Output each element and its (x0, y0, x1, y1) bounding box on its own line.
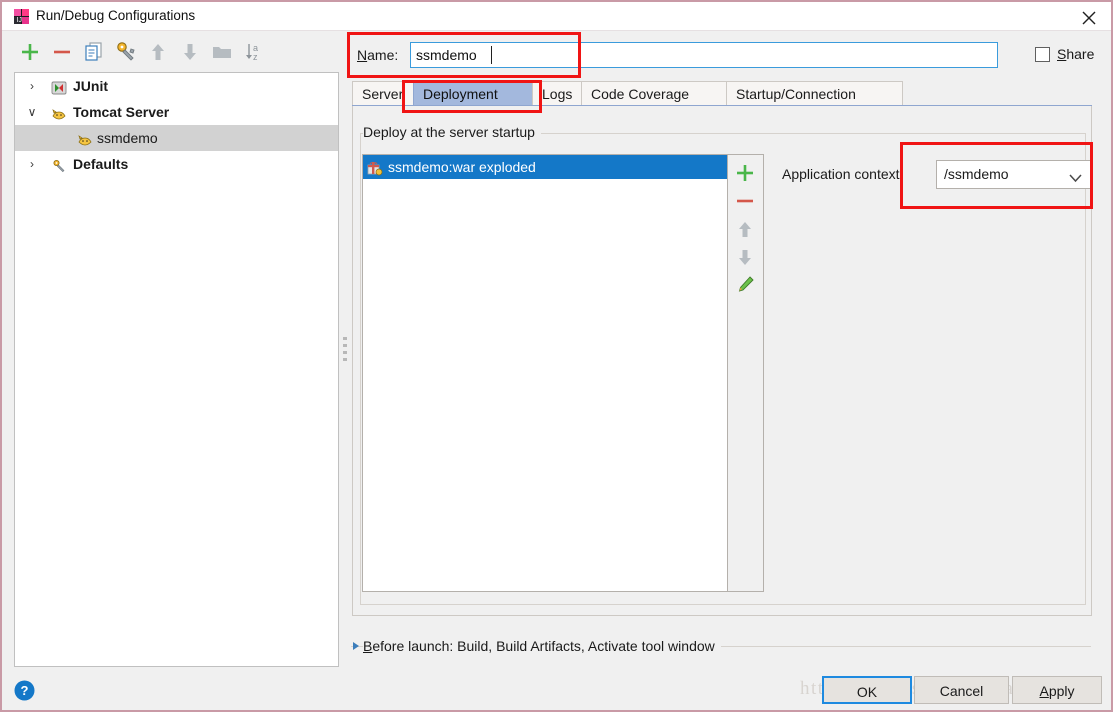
configurations-tree[interactable]: › JUnit ∨ Tomcat Server ssmdemo › Defaul… (14, 72, 339, 667)
cancel-button[interactable]: Cancel (914, 676, 1009, 704)
close-icon[interactable] (1067, 2, 1111, 30)
add-artifact-button[interactable] (730, 159, 760, 187)
tree-item-label: JUnit (73, 78, 108, 94)
title-bar: IJ Run/Debug Configurations (2, 2, 1111, 31)
deployment-list[interactable]: ssmdemo:war exploded (362, 154, 728, 592)
new-folder-button[interactable] (208, 38, 236, 66)
move-up-button[interactable] (144, 38, 172, 66)
tree-item-junit[interactable]: › JUnit (15, 73, 338, 99)
svg-text:?: ? (21, 683, 29, 698)
svg-text:IJ: IJ (17, 17, 22, 24)
edit-templates-button[interactable] (112, 38, 140, 66)
intellij-idea-icon: IJ (14, 9, 29, 24)
tab-logs[interactable]: Logs (532, 81, 582, 106)
edit-artifact-button[interactable] (730, 271, 760, 299)
help-button[interactable]: ? (14, 680, 35, 701)
tree-item-ssmdemo[interactable]: ssmdemo (15, 125, 338, 151)
tomcat-icon (77, 130, 93, 146)
tomcat-icon (51, 104, 67, 120)
text-caret (491, 46, 492, 64)
tree-item-label: ssmdemo (97, 130, 158, 146)
share-label[interactable]: Share (1057, 46, 1094, 62)
tab-startup-connection[interactable]: Startup/Connection (726, 81, 903, 106)
ok-button[interactable]: OK (822, 676, 912, 704)
remove-configuration-button[interactable] (48, 38, 76, 66)
share-checkbox[interactable] (1035, 47, 1050, 62)
name-input[interactable] (410, 42, 998, 68)
move-artifact-down-button[interactable] (730, 243, 760, 271)
tree-item-defaults[interactable]: › Defaults (15, 151, 338, 177)
splitter-handle[interactable] (343, 337, 347, 369)
deploy-group-legend: Deploy at the server startup (363, 124, 541, 140)
add-configuration-button[interactable] (16, 38, 44, 66)
tab-server[interactable]: Server (352, 81, 414, 106)
sort-alpha-icon[interactable]: a z (240, 38, 268, 66)
application-context-select[interactable]: /ssmdemo (936, 160, 1091, 189)
panel-splitter[interactable] (340, 72, 350, 667)
copy-configuration-button[interactable] (80, 38, 108, 66)
tree-item-label: Defaults (73, 156, 129, 172)
tab-deployment[interactable]: Deployment (413, 81, 533, 106)
chevron-down-icon[interactable]: ∨ (25, 99, 39, 125)
move-down-button[interactable] (176, 38, 204, 66)
junit-icon (51, 78, 67, 95)
application-context-value: /ssmdemo (944, 166, 1009, 182)
chevron-right-icon[interactable]: › (25, 73, 39, 99)
apply-button[interactable]: Apply (1012, 676, 1102, 704)
list-item[interactable]: ssmdemo:war exploded (363, 155, 727, 179)
list-item-label: ssmdemo:war exploded (388, 159, 536, 175)
chevron-down-icon[interactable] (1069, 171, 1082, 186)
tree-item-tomcat-server[interactable]: ∨ Tomcat Server (15, 99, 338, 125)
artifact-icon (367, 159, 383, 176)
move-artifact-up-button[interactable] (730, 215, 760, 243)
wrench-icon (51, 156, 67, 173)
before-launch-label[interactable]: Before launch: Build, Build Artifacts, A… (363, 638, 721, 654)
window-title: Run/Debug Configurations (36, 8, 196, 23)
tab-code-coverage[interactable]: Code Coverage (581, 81, 727, 106)
remove-artifact-button[interactable] (730, 187, 760, 215)
chevron-right-icon[interactable] (351, 640, 361, 652)
configurations-toolbar: a z (10, 38, 340, 70)
application-context-label: Application context: (782, 166, 904, 182)
tree-item-label: Tomcat Server (73, 104, 170, 120)
run-debug-configurations-dialog: IJ Run/Debug Configurations a z › JUnit … (0, 0, 1113, 712)
svg-text:z: z (253, 52, 258, 62)
chevron-right-icon[interactable]: › (25, 151, 39, 177)
deployment-list-toolbar (728, 154, 764, 592)
name-label: Name: (357, 47, 399, 63)
